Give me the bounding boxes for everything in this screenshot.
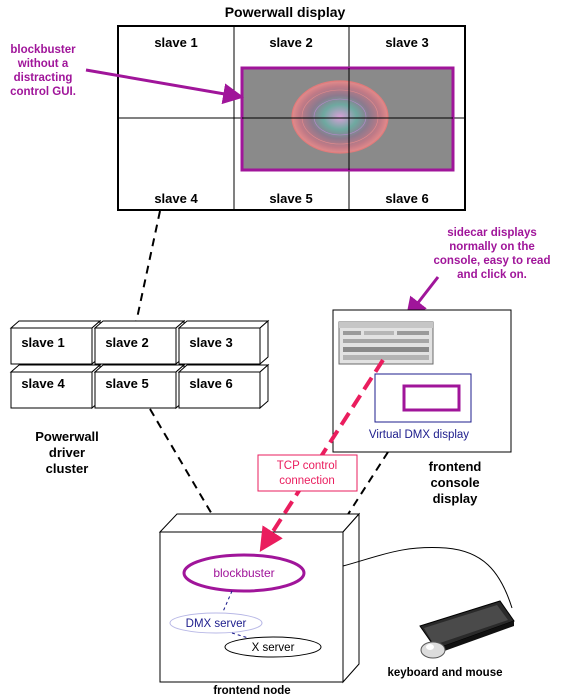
rendered-ellipsoid	[291, 80, 389, 154]
svg-text:normally on the: normally on the	[449, 241, 535, 253]
cluster-slave-4: slave 4	[21, 376, 65, 391]
svg-text:console, easy to read: console, easy to read	[434, 255, 551, 267]
wall-cluster-link	[135, 210, 161, 324]
cluster-slave-3: slave 3	[189, 335, 232, 350]
dmx-server-label: DMX server	[186, 618, 247, 630]
svg-text:display: display	[433, 491, 479, 506]
keyboard-label: keyboard and mouse	[387, 667, 502, 679]
wall-slave-4: slave 4	[154, 191, 198, 206]
powerwall-title: Powerwall display	[225, 4, 346, 20]
wall-slave-5: slave 5	[269, 191, 312, 206]
tcp-label-box: TCP control connection	[257, 454, 358, 492]
virtual-dmx-label: Virtual DMX display	[369, 429, 469, 441]
sidecar-window	[338, 321, 434, 365]
mouse-icon	[420, 641, 446, 659]
svg-text:sidecar displays: sidecar displays	[447, 227, 537, 239]
blockbuster-window	[240, 66, 455, 172]
svg-text:distracting: distracting	[14, 72, 73, 84]
svg-text:TCP control: TCP control	[277, 460, 338, 472]
diagram-canvas: Powerwall display slave 1 slave 2 slave …	[9, 4, 551, 697]
cluster-label: Powerwall driver cluster	[35, 429, 99, 476]
sidecar-note: sidecar displays normally on the console…	[434, 227, 551, 281]
keyboard-cable	[342, 547, 513, 609]
x-server-label: X server	[252, 642, 295, 654]
blockbuster-process-label: blockbuster	[213, 566, 274, 580]
wall-slave-3: slave 3	[385, 35, 428, 50]
svg-text:Powerwall: Powerwall	[35, 429, 99, 444]
cluster-slave-5: slave 5	[105, 376, 148, 391]
blockbuster-note: blockbuster without a distracting contro…	[10, 44, 76, 98]
wall-slave-1: slave 1	[154, 35, 197, 50]
wall-slave-6: slave 6	[385, 191, 428, 206]
svg-text:and click on.: and click on.	[457, 269, 527, 281]
svg-text:blockbuster: blockbuster	[10, 44, 76, 56]
wall-slave-2: slave 2	[269, 35, 312, 50]
svg-text:console: console	[430, 475, 479, 490]
cluster-slave-6: slave 6	[189, 376, 232, 391]
svg-text:connection: connection	[279, 475, 335, 487]
console-label: frontend console display	[429, 459, 482, 506]
cluster-slave-1: slave 1	[21, 335, 64, 350]
svg-text:frontend: frontend	[429, 459, 482, 474]
frontend-node-label: frontend node	[213, 685, 290, 697]
cluster-frontend-link	[149, 408, 214, 517]
svg-text:cluster: cluster	[46, 461, 89, 476]
virtual-dmx-blockbuster	[402, 384, 461, 412]
svg-text:without a: without a	[17, 58, 69, 70]
svg-text:driver: driver	[49, 445, 85, 460]
cluster-slave-2: slave 2	[105, 335, 148, 350]
svg-text:control GUI.: control GUI.	[10, 86, 76, 98]
